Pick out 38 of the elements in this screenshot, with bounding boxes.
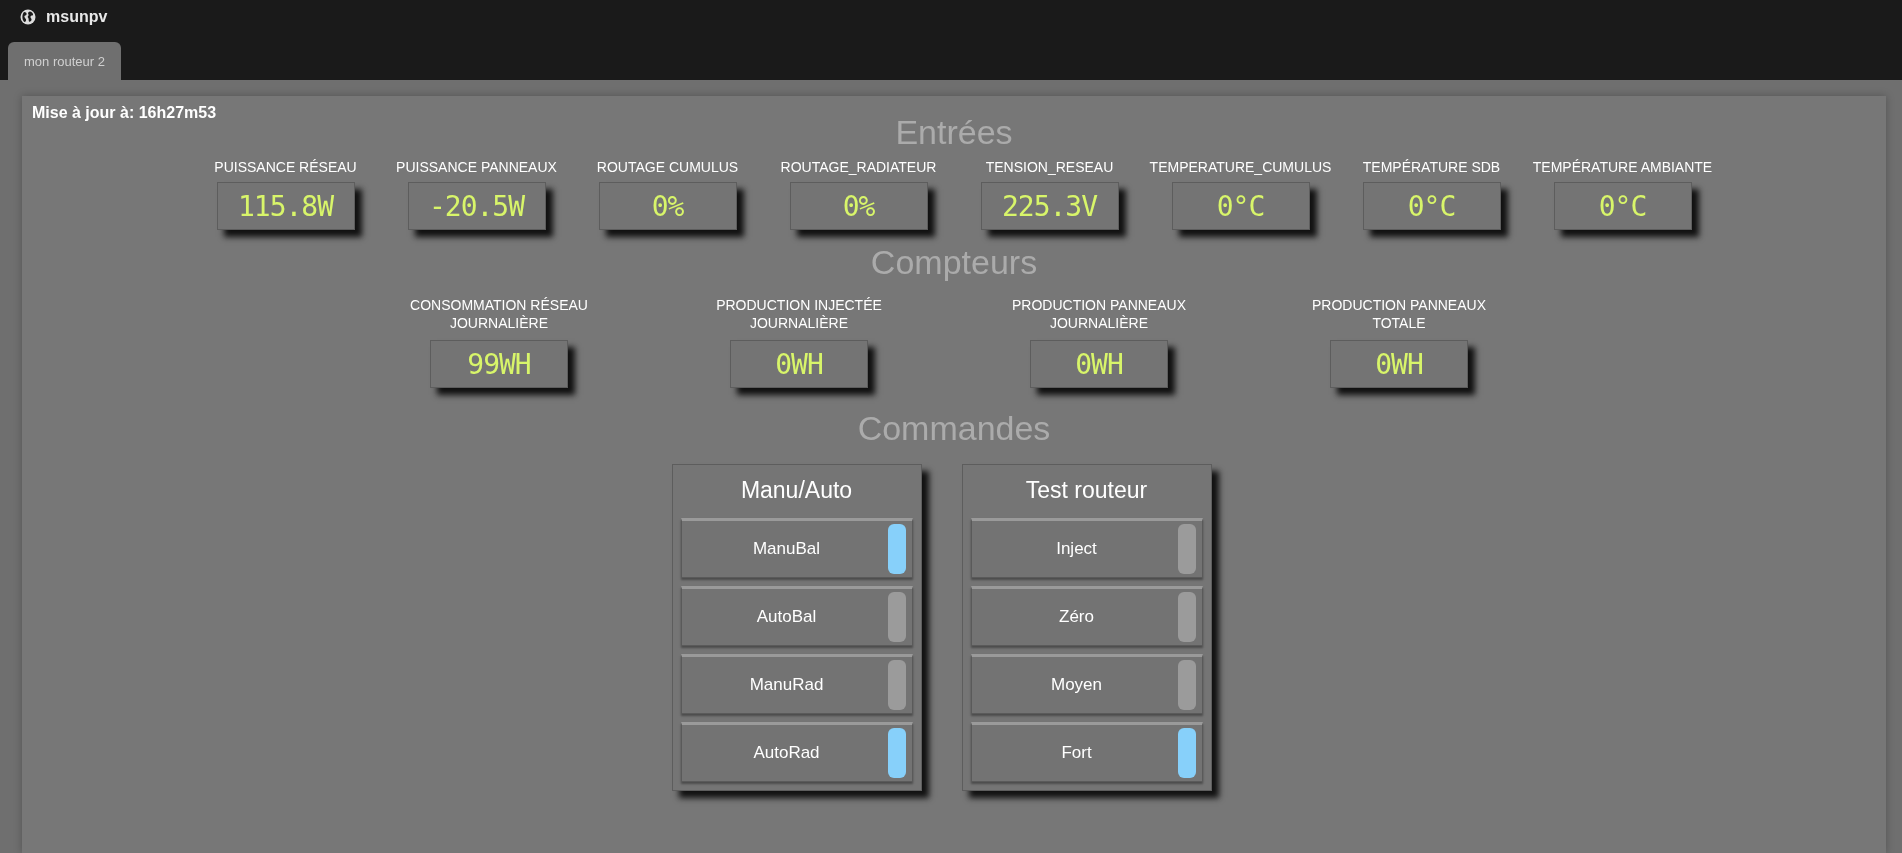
lcd-display: 225.3V [980,182,1119,230]
lcd-display: 0WH [730,340,868,388]
gauge-label: PUISSANCE RÉSEAU [214,158,357,176]
globe-icon [20,9,36,25]
gauge-label: PUISSANCE PANNEAUX [396,158,557,176]
update-time: Mise à jour à: 16h27m53 [32,104,217,122]
lcd-display: 0WH [1330,340,1468,388]
gauge-label: PRODUCTION PANNEAUX JOURNALIÈRE [1011,296,1187,332]
gauge-label: TEMPÉRATURE AMBIANTE [1532,158,1713,176]
lcd-display: 99WH [430,340,568,388]
toggle-button[interactable]: AutoBal [680,586,913,646]
gauge-label: CONSOMMATION RÉSEAU JOURNALIÈRE [409,296,589,332]
lcd-display: 0% [789,182,928,230]
lcd-display: 0°C [1553,182,1692,230]
app-title: msunpv [46,8,108,26]
lcd-display: 0% [598,182,737,230]
gauge-label: TENSION_RESEAU [985,158,1114,176]
gauge-label: PRODUCTION INJECTÉE JOURNALIÈRE [715,296,883,332]
lcd-display: 115.8W [216,182,355,230]
card-title: Manu/Auto [739,476,854,505]
lcd-display: -20.5W [407,182,546,230]
lcd-display: 0WH [1030,340,1168,388]
lcd-display: 0°C [1362,182,1501,230]
gauge-label: ROUTAGE_RADIATEUR [780,158,937,176]
toggle-button[interactable]: Moyen [970,654,1203,714]
toggle-button[interactable]: ManuRad [680,654,913,714]
toggle-button[interactable]: AutoRad [680,722,913,782]
gauge-label: TEMPERATURE_CUMULUS [1149,158,1332,176]
gauge-label: PRODUCTION PANNEAUX TOTALE [1311,296,1487,332]
toggle-button[interactable]: Fort [970,722,1203,782]
gauge-label: TEMPÉRATURE SDB [1362,158,1501,176]
toggle-button[interactable]: Zéro [970,586,1203,646]
gauge-label: ROUTAGE CUMULUS [596,158,739,176]
card-title: Test routeur [1024,476,1149,505]
toggle-button[interactable]: Inject [970,518,1203,578]
tab[interactable]: mon routeur 2 [8,42,121,80]
lcd-display: 0°C [1171,182,1310,230]
toggle-button[interactable]: ManuBal [680,518,913,578]
